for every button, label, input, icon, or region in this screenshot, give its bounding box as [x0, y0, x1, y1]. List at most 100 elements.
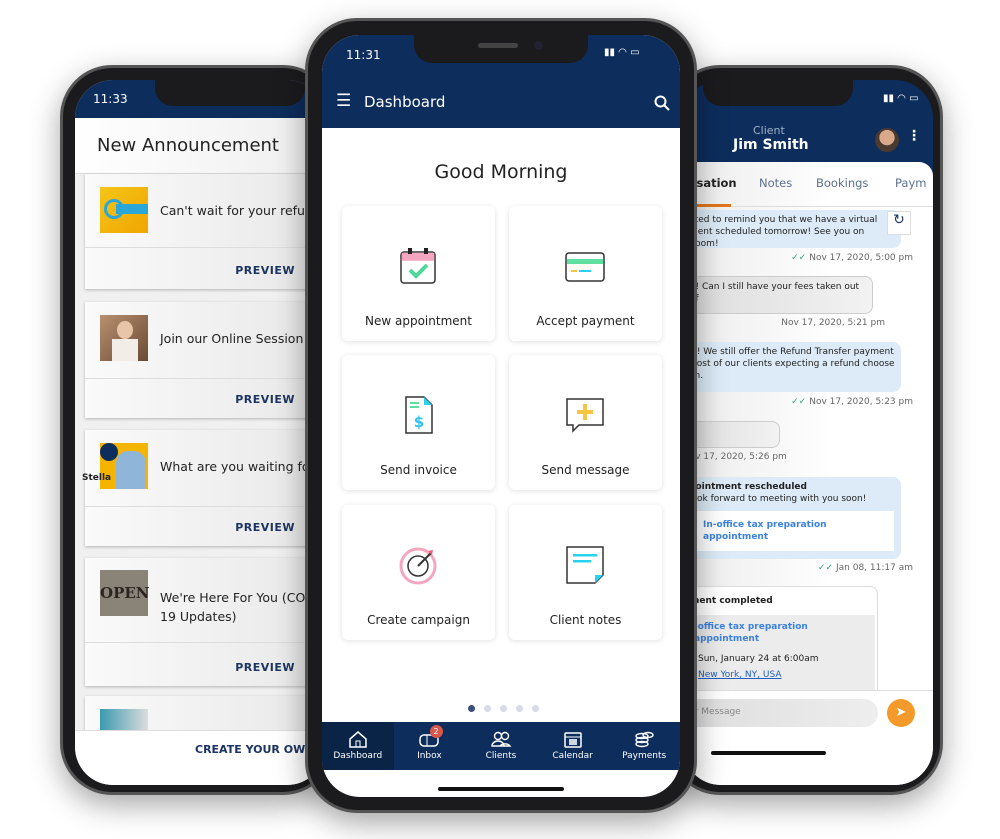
announcement-card[interactable]: Can't wait for your refu PREVIEW: [85, 174, 325, 289]
read-check-icon: ✓✓: [791, 397, 807, 407]
message-timestamp: ✓✓ Jan 08, 11:17 am: [817, 563, 913, 573]
refresh-icon[interactable]: ↻: [887, 211, 911, 235]
appointment-link[interactable]: In-office tax preparation appointment: [689, 511, 894, 551]
page-dot[interactable]: [484, 705, 491, 712]
message-timestamp: Nov 17, 2020, 5:21 pm: [781, 318, 885, 328]
read-check-icon: ✓✓: [817, 563, 833, 573]
nav-inbox[interactable]: 2 Inbox: [394, 722, 466, 770]
send-button[interactable]: ➤: [887, 699, 915, 727]
home-icon: [349, 731, 367, 748]
page-dot-active[interactable]: [468, 705, 475, 712]
preview-button[interactable]: PREVIEW: [235, 661, 295, 674]
action-label: Create campaign: [367, 613, 470, 627]
status-time: 11:31: [346, 48, 381, 62]
tab-notes[interactable]: Notes: [759, 176, 792, 190]
announcement-card[interactable]: Join our Online Session PREVIEW: [85, 302, 325, 418]
action-label: New appointment: [365, 314, 472, 328]
header-label: Client: [753, 124, 785, 137]
page-indicator: [468, 705, 539, 712]
client-name: Jim Smith: [733, 137, 809, 153]
announcement-thumbnail: OPEN: [100, 570, 150, 616]
client-notes-card[interactable]: Client notes: [509, 505, 662, 640]
action-label: Client notes: [549, 613, 622, 627]
message-bubble: ly! We still offer the Refund Transfer p…: [683, 342, 901, 392]
message-plus-icon: [566, 398, 604, 433]
page-dot[interactable]: [532, 705, 539, 712]
send-invoice-card[interactable]: $ Send invoice: [342, 355, 495, 490]
search-icon[interactable]: [654, 95, 670, 111]
message-timestamp: ✓✓ Nov 17, 2020, 5:23 pm: [791, 397, 913, 407]
appointment-rescheduled-message: pointment rescheduled look forward to me…: [683, 477, 901, 559]
bottom-nav: Dashboard 2 Inbox Clients Calendar Payme…: [322, 722, 680, 770]
announcement-thumbnail: Stella: [82, 443, 148, 489]
target-icon: [399, 547, 437, 585]
nav-clients[interactable]: Clients: [465, 722, 537, 770]
client-avatar[interactable]: [875, 128, 899, 152]
note-icon: [566, 546, 604, 584]
tab-bar: ersation Notes Bookings Paym: [683, 162, 933, 207]
nav-payments[interactable]: Payments: [608, 722, 680, 770]
announcement-card[interactable]: OPEN We're Here For You (CO 19 Updates) …: [85, 558, 325, 686]
location-link[interactable]: New York, NY, USA: [694, 669, 871, 681]
announcement-card[interactable]: Stella What are you waiting fo PREVIEW: [82, 430, 325, 546]
users-icon: [491, 731, 512, 747]
compose-bar: ur Message ➤: [683, 690, 933, 785]
announcements-screen: 11:33 New Announcement Can't wait for yo…: [75, 80, 325, 785]
action-label: Accept payment: [536, 314, 635, 328]
message-bubble: [683, 421, 780, 448]
message-input[interactable]: ur Message: [683, 699, 878, 727]
message-timestamp: ✓✓ Nov 17, 2020, 5:00 pm: [791, 253, 913, 263]
menu-icon[interactable]: ☰: [336, 91, 351, 111]
phone-announcements: 11:33 New Announcement Can't wait for yo…: [60, 65, 335, 795]
phone-dashboard: 11:31 ▮▮ ◠ ▭ ☰ Dashboard Good Morning Ne…: [305, 18, 697, 813]
conversation-screen: ▮▮ ◠ ▭ Client Jim Smith ⋮ ersation Notes…: [683, 80, 933, 785]
announcement-title: Join our Online Session: [160, 331, 304, 346]
action-label: Send invoice: [380, 463, 457, 477]
preview-button[interactable]: PREVIEW: [235, 264, 295, 277]
signal-wifi-battery-icon: ▮▮ ◠ ▭: [604, 47, 640, 58]
invoice-dollar-icon: $: [405, 396, 433, 434]
preview-button[interactable]: PREVIEW: [235, 393, 295, 406]
coins-icon: [635, 731, 654, 748]
svg-text:$: $: [414, 413, 424, 431]
tab-payments[interactable]: Paym: [895, 176, 926, 190]
appointment-completed-message: ment completed -office tax preparation a…: [683, 586, 878, 696]
phone-client-conversation: ▮▮ ◠ ▭ Client Jim Smith ⋮ ersation Notes…: [668, 65, 943, 795]
header-title: Dashboard: [364, 93, 446, 111]
dashboard-screen: 11:31 ▮▮ ◠ ▭ ☰ Dashboard Good Morning Ne…: [322, 35, 680, 797]
preview-button[interactable]: PREVIEW: [235, 521, 295, 534]
message-bubble: nted to remind you that we have a virtua…: [683, 210, 901, 249]
conversation-panel: ersation Notes Bookings Paym nted to rem…: [683, 162, 933, 785]
tab-bookings[interactable]: Bookings: [816, 176, 868, 190]
page-title: New Announcement: [97, 135, 279, 156]
greeting: Good Morning: [434, 161, 568, 183]
create-campaign-card[interactable]: Create campaign: [342, 505, 495, 640]
status-time: 11:33: [93, 92, 128, 106]
read-check-icon: ✓✓: [791, 253, 807, 263]
nav-dashboard[interactable]: Dashboard: [322, 722, 394, 770]
new-appointment-card[interactable]: New appointment: [342, 206, 495, 341]
signal-wifi-battery-icon: ▮▮ ◠ ▭: [883, 93, 919, 104]
more-options-icon[interactable]: ⋮: [907, 128, 921, 144]
credit-card-icon: [565, 252, 605, 282]
app-header: 11:31 ▮▮ ◠ ▭ ☰ Dashboard: [322, 35, 680, 128]
page-dot[interactable]: [500, 705, 507, 712]
appointment-link[interactable]: -office tax preparation appointment: [694, 621, 871, 645]
inbox-badge: 2: [429, 725, 443, 738]
nav-calendar[interactable]: Calendar: [537, 722, 609, 770]
send-message-card[interactable]: Send message: [509, 355, 662, 490]
announcement-title: We're Here For You (CO: [160, 590, 306, 605]
announcement-thumbnail: [100, 315, 148, 361]
message-bubble: e! Can I still have your fees taken out …: [683, 276, 873, 314]
announcement-thumbnail: [100, 187, 148, 233]
accept-payment-card[interactable]: Accept payment: [509, 206, 662, 341]
action-label: Send message: [541, 463, 630, 477]
calendar-icon: [563, 732, 582, 748]
home-indicator: [711, 751, 826, 755]
home-indicator: [438, 787, 564, 791]
page-dot[interactable]: [516, 705, 523, 712]
calendar-check-icon: [400, 248, 436, 284]
message-timestamp: Nov 17, 2020, 5:26 pm: [683, 452, 787, 462]
create-your-own-button[interactable]: CREATE YOUR OWN: [75, 730, 325, 785]
announcement-title: Can't wait for your refu: [160, 203, 305, 218]
